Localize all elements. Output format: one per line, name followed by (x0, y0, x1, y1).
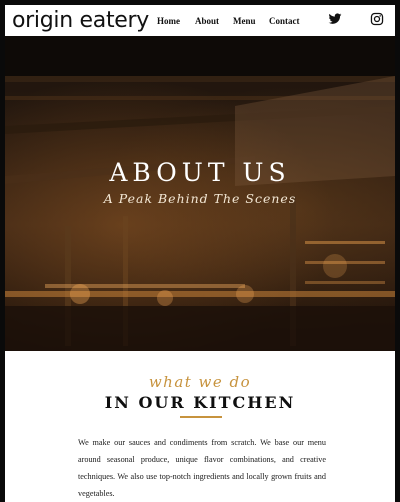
section-title: IN OUR KITCHEN (104, 393, 296, 412)
hero-title: ABOUT US (109, 158, 291, 187)
nav-menu[interactable]: Menu (233, 16, 256, 26)
about-description: We make our sauces and condiments from s… (78, 438, 326, 498)
section-divider (180, 416, 222, 418)
hero-banner: ABOUT US A Peak Behind The Scenes (5, 36, 395, 351)
section-kicker: what we do (148, 373, 252, 391)
twitter-icon[interactable] (328, 12, 342, 26)
page: origin eatery Home About Menu Contact AB… (5, 5, 395, 502)
nav-contact[interactable]: Contact (269, 16, 300, 26)
site-logo[interactable]: origin eatery (12, 5, 149, 36)
nav-home[interactable]: Home (157, 16, 180, 26)
hero-subtitle: A Peak Behind The Scenes (103, 191, 297, 206)
instagram-icon[interactable] (370, 12, 384, 26)
nav-about[interactable]: About (195, 16, 219, 26)
site-header: origin eatery Home About Menu Contact (5, 5, 395, 36)
